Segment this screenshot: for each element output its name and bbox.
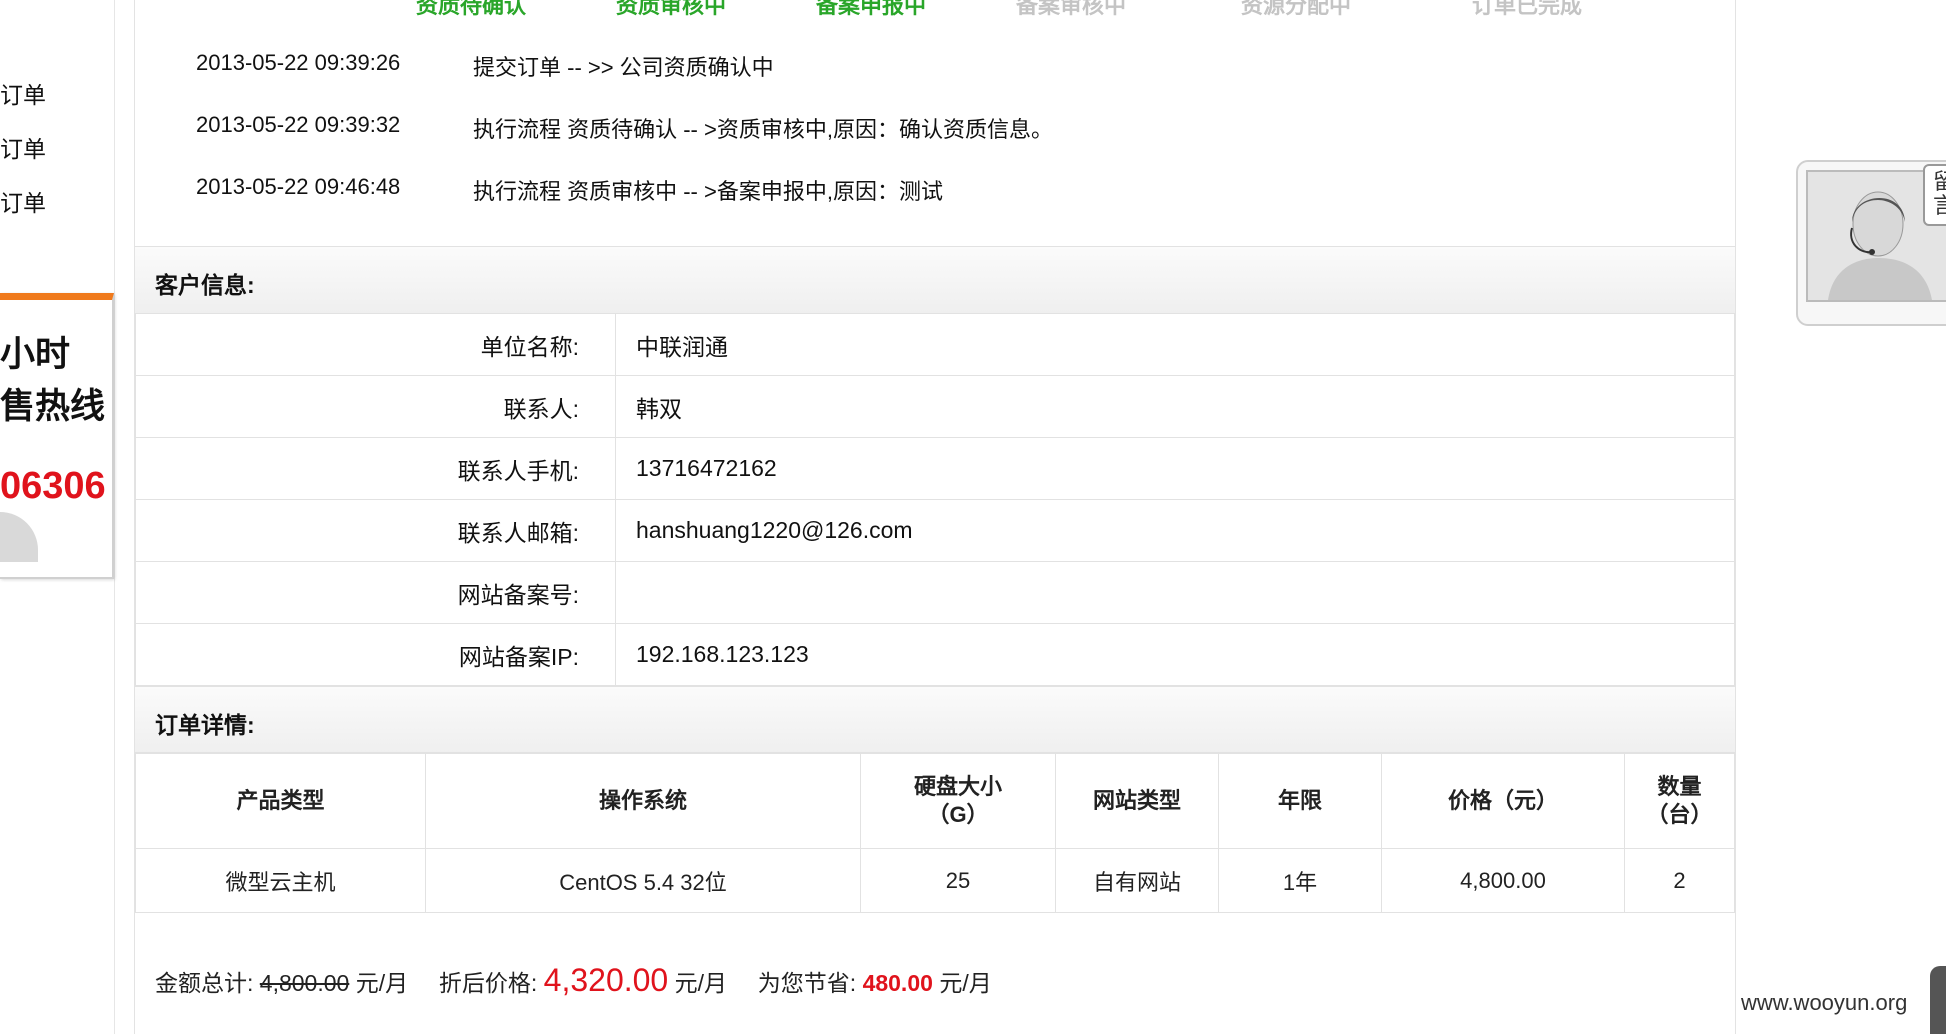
product-type-cell: 微型云主机 [135, 848, 426, 913]
price-unit: 元/月 [355, 970, 409, 996]
leave-message-label: 留言 [1933, 170, 1946, 218]
scroll-handle[interactable] [1930, 966, 1946, 1034]
leave-message-tab[interactable]: 留言 [1923, 164, 1946, 226]
step-filing-review: 备案审核中 [1016, 0, 1127, 18]
contact-phone-value: 13716472162 [615, 437, 1735, 500]
order-detail-table: 产品类型 操作系统 硬盘大小 （G） 网站类型 年限 价格（元） 数量 （台） … [135, 752, 1735, 913]
field-label: 网站备案IP: [135, 623, 616, 686]
price-unit: 元/月 [939, 970, 992, 996]
field-label: 联系人: [135, 375, 616, 438]
contact-email-value: hanshuang1220@126.com [615, 499, 1735, 562]
column-header: 硬盘大小 （G） [860, 752, 1056, 849]
disk-size-cell: 25 [860, 848, 1056, 913]
step-qualification-pending: 资质待确认 [416, 0, 527, 18]
site-type-cell: 自有网站 [1055, 848, 1219, 913]
step-qualification-review: 资质审核中 [616, 0, 727, 18]
hotline-number: 06306 [0, 465, 106, 507]
table-header-row: 产品类型 操作系统 硬盘大小 （G） 网站类型 年限 价格（元） 数量 （台） [135, 752, 1735, 849]
order-detail-panel: 资质待确认 资质审核中 备案申报中 备案审核中 资源分配中 订单已完成 2013… [134, 0, 1736, 1034]
table-row: 网站备案IP: 192.168.123.123 [135, 623, 1735, 686]
hotline-line-2: 售热线 [0, 387, 106, 426]
field-label: 联系人邮箱: [135, 499, 616, 562]
sales-hotline-banner[interactable]: 小时 售热线 06306 [0, 293, 114, 579]
sidebar-item-order-3[interactable]: 订单 [0, 184, 46, 218]
table-row: 网站备案号: [135, 561, 1735, 624]
table-row: 联系人邮箱: hanshuang1220@126.com [135, 499, 1735, 562]
hotline-decoration [0, 512, 38, 562]
company-name-value: 中联润通 [615, 313, 1735, 376]
price-cell: 4,800.00 [1381, 848, 1625, 913]
filing-ip-value: 192.168.123.123 [615, 623, 1735, 686]
hotline-line-1: 小时 [0, 335, 71, 374]
savings-value: 480.00 [862, 970, 933, 996]
log-message: 提交订单 -- >> 公司资质确认中 [473, 55, 774, 80]
column-header: 操作系统 [425, 752, 861, 849]
field-label: 联系人手机: [135, 437, 616, 500]
log-time: 2013-05-22 09:39:26 [196, 50, 401, 75]
column-header: 产品类型 [135, 752, 426, 849]
customer-info-header: 客户信息: [135, 246, 1735, 314]
step-resource-allocation: 资源分配中 [1241, 0, 1352, 18]
table-row: 联系人手机: 13716472162 [135, 437, 1735, 500]
log-message: 执行流程 资质审核中 -- >备案申报中,原因：测试 [473, 179, 943, 204]
order-detail-header: 订单详情: [135, 686, 1735, 754]
log-time: 2013-05-22 09:46:48 [196, 174, 401, 199]
step-filing-submission: 备案申报中 [816, 0, 927, 18]
discount-price: 4,320.00 [543, 962, 669, 998]
filing-number-value [615, 561, 1735, 624]
table-row: 联系人: 韩双 [135, 375, 1735, 438]
table-row: 单位名称: 中联润通 [135, 313, 1735, 376]
column-header: 网站类型 [1055, 752, 1219, 849]
step-order-complete: 订单已完成 [1472, 0, 1583, 18]
watermark: www.wooyun.org [1741, 990, 1908, 1015]
discount-label: 折后价格: [438, 970, 538, 996]
field-label: 单位名称: [135, 313, 616, 376]
customer-service-widget[interactable]: 留言 [1796, 160, 1946, 326]
column-header: 数量 （台） [1624, 752, 1735, 849]
customer-info-title: 客户信息: [155, 272, 255, 298]
order-progress-steps: 资质待确认 资质审核中 备案申报中 备案审核中 资源分配中 订单已完成 [135, 0, 1735, 18]
price-unit: 元/月 [674, 970, 727, 996]
column-header: 价格（元） [1381, 752, 1625, 849]
column-header: 年限 [1218, 752, 1382, 849]
order-detail-title: 订单详情: [155, 712, 255, 738]
sidebar-item-order-1[interactable]: 订单 [0, 76, 46, 110]
os-cell: CentOS 5.4 32位 [425, 848, 861, 913]
log-message: 执行流程 资质待确认 -- >资质审核中,原因：确认资质信息。 [473, 117, 1053, 142]
quantity-cell: 2 [1624, 848, 1735, 913]
left-sidebar: 订单 订单 订单 小时 售热线 06306 [0, 0, 116, 1034]
table-row: 微型云主机 CentOS 5.4 32位 25 自有网站 1年 4,800.00… [135, 848, 1735, 913]
sidebar-item-order-2[interactable]: 订单 [0, 130, 46, 164]
total-label: 金额总计: [155, 970, 254, 996]
field-label: 网站备案号: [135, 561, 616, 624]
log-time: 2013-05-22 09:39:32 [196, 112, 401, 137]
total-original-price: 4,800.00 [259, 970, 350, 996]
term-cell: 1年 [1218, 848, 1382, 913]
savings-label: 为您节省: [757, 970, 857, 996]
customer-info-table: 单位名称: 中联润通 联系人: 韩双 联系人手机: 13716472162 联系… [135, 313, 1735, 686]
order-totals: 金额总计: 4,800.00 元/月 折后价格: 4,320.00 元/月 为您… [155, 962, 992, 999]
contact-name-value: 韩双 [615, 375, 1735, 438]
